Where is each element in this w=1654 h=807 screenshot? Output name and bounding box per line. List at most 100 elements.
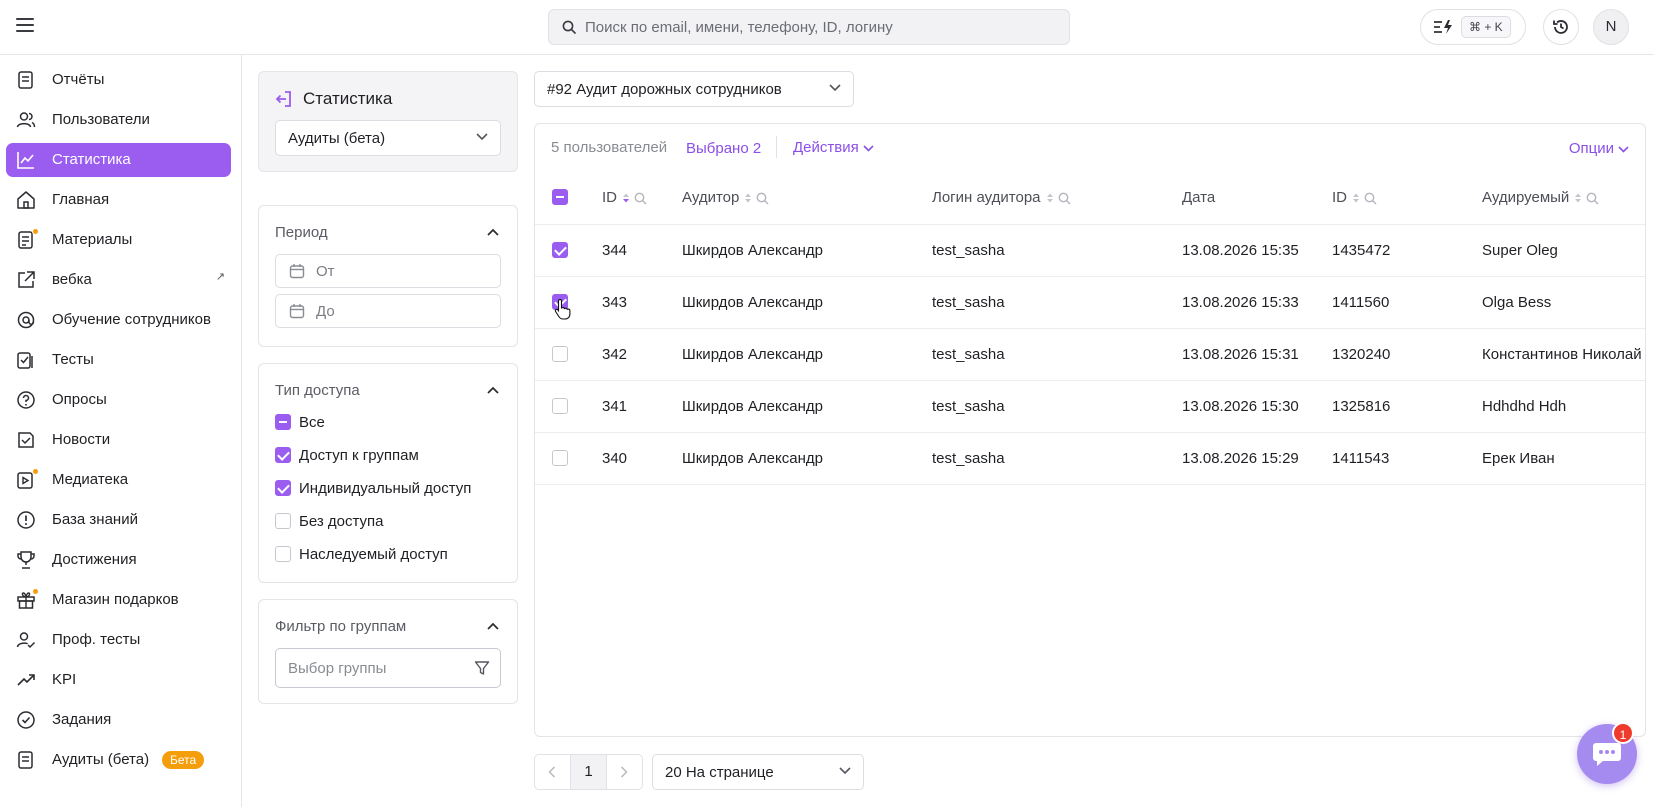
sidebar-item[interactable]: Тесты [6,343,231,377]
access-checkbox[interactable] [275,447,291,463]
group-select[interactable] [275,648,501,688]
group-select-input[interactable] [288,649,468,687]
search-icon[interactable] [1364,192,1377,205]
table-row[interactable]: 342 Шкирдов Александр test_sasha 13.08.2026… [535,328,1645,380]
back-icon[interactable] [275,90,293,108]
row-checkbox[interactable] [552,398,568,414]
sidebar-item[interactable]: Задания [6,703,231,737]
sidebar-item-label: База знаний [52,511,138,528]
chevron-up-icon[interactable] [487,622,499,630]
shortcut-hint: ⌘ + K [1461,16,1511,38]
search-icon[interactable] [756,192,769,205]
chat-button[interactable]: 1 [1577,722,1637,784]
sidebar-item[interactable]: Медиатека [6,463,231,497]
column-header[interactable]: Дата [1182,189,1215,206]
access-checkbox[interactable] [275,513,291,529]
sidebar-item[interactable]: Статистика [6,143,231,177]
report-type-value: Аудиты (бета) [288,130,386,147]
sidebar-item[interactable]: Главная [6,183,231,217]
access-option-label: Индивидуальный доступ [299,480,472,497]
access-option-label: Наследуемый доступ [299,546,448,563]
access-option[interactable]: Наследуемый доступ [275,544,495,564]
column-header[interactable]: Аудируемый [1482,189,1599,206]
per-page-value: 20 На странице [665,764,774,781]
access-checkbox[interactable] [275,414,291,430]
sidebar-item[interactable]: Пользователи [6,103,231,137]
sidebar-item[interactable]: Проф. тесты [6,623,231,657]
sort-icon[interactable] [744,192,752,204]
table-cell: Olga Bess [1482,294,1552,311]
search-box[interactable] [548,9,1070,45]
select-all-checkbox[interactable] [552,189,568,205]
sidebar-item-label: Материалы [52,231,133,248]
sort-icon[interactable] [1574,192,1582,204]
table-cell: 341 [602,398,628,415]
sidebar-item[interactable]: Опросы [6,383,231,417]
next-page-button[interactable] [606,754,643,790]
column-header[interactable]: Логин аудитора [932,189,1071,206]
menu-icon[interactable] [16,18,34,32]
access-option[interactable]: Индивидуальный доступ [275,478,495,498]
column-header[interactable]: Аудитор [682,189,769,206]
access-option[interactable]: Доступ к группам [275,445,495,465]
audit-select[interactable]: #92 Аудит дорожных сотрудников [534,71,854,107]
row-checkbox[interactable] [552,346,568,362]
date-from-input[interactable] [316,255,492,287]
date-from-field[interactable] [275,254,501,288]
date-to-input[interactable] [316,295,492,327]
column-header-label: Логин аудитора [932,189,1041,206]
prev-page-button[interactable] [534,754,571,790]
sort-icon[interactable] [1046,192,1054,204]
sort-icon[interactable] [1352,192,1360,204]
avatar[interactable]: N [1593,9,1629,45]
search-input[interactable] [585,10,1055,44]
sidebar-item-label: Отчёты [52,71,105,88]
sidebar-item-label: вебка [52,271,92,288]
sidebar-item[interactable]: Новости [6,423,231,457]
chevron-down-icon [476,133,488,141]
sidebar-item[interactable]: Аудиты (бета) Бета [6,743,231,777]
options-dropdown[interactable]: Опции [1569,140,1629,157]
sidebar-item[interactable]: Достижения [6,543,231,577]
row-checkbox[interactable] [552,242,568,258]
access-checkbox[interactable] [275,546,291,562]
sidebar-item[interactable]: Отчёты [6,63,231,97]
actions-dropdown[interactable]: Действия [793,139,874,156]
sidebar-item[interactable]: Обучение сотрудников [6,303,231,337]
sort-icon[interactable] [622,192,630,204]
sidebar-item[interactable]: Материалы [6,223,231,257]
search-icon[interactable] [1586,192,1599,205]
search-icon[interactable] [634,192,647,205]
search-icon[interactable] [1058,192,1071,205]
chevron-up-icon[interactable] [487,228,499,236]
sidebar-item-label: Проф. тесты [52,631,141,648]
row-checkbox[interactable] [552,450,568,466]
table-row[interactable]: 343 Шкирдов Александр test_sasha 13.08.2026… [535,276,1645,328]
sidebar-item-label: Пользователи [52,111,150,128]
sidebar-item[interactable]: База знаний [6,503,231,537]
access-checkbox[interactable] [275,480,291,496]
date-to-field[interactable] [275,294,501,328]
access-type-panel: Тип доступа Все Доступ к группам Индивидуа… [258,363,518,583]
sidebar-item[interactable]: вебка ↗ [6,263,231,297]
table-cell: Ерек Иван [1482,450,1555,467]
report-type-select[interactable]: Аудиты (бета) [275,120,501,156]
sidebar-item[interactable]: Магазин подарков [6,583,231,617]
table-row[interactable]: 344 Шкирдов Александр test_sasha 13.08.2026… [535,224,1645,276]
sidebar-item[interactable]: KPI [6,663,231,697]
per-page-select[interactable]: 20 На странице [652,754,864,790]
access-option[interactable]: Без доступа [275,511,495,531]
history-button[interactable] [1543,9,1579,45]
sidebar-item-label: Главная [52,191,110,208]
column-header[interactable]: ID [602,189,647,206]
chevron-up-icon[interactable] [487,386,499,394]
toolbar-divider [776,136,777,158]
column-header[interactable]: ID [1332,189,1377,206]
quick-actions-button[interactable]: ⌘ + K [1420,9,1526,45]
table-row[interactable]: 340 Шкирдов Александр test_sasha 13.08.2026… [535,432,1645,484]
table-row[interactable]: 341 Шкирдов Александр test_sasha 13.08.2026… [535,380,1645,432]
selected-count[interactable]: Выбрано 2 [686,140,761,157]
access-option[interactable]: Все [275,412,495,432]
table-cell: 1320240 [1332,346,1391,363]
page-number-button[interactable]: 1 [570,754,607,790]
